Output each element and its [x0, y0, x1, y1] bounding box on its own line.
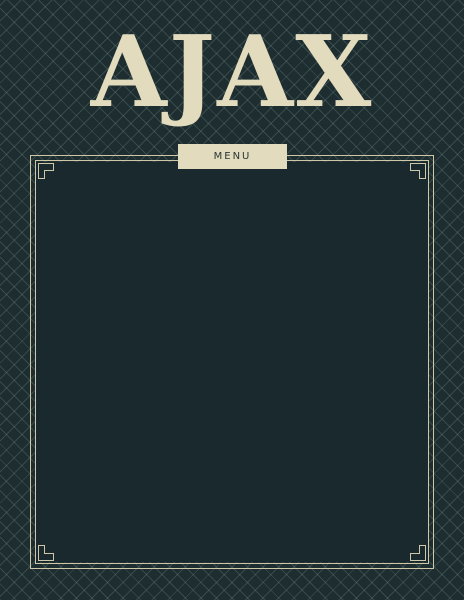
decorative-frame	[30, 155, 434, 569]
menu-tab: MENU	[178, 144, 287, 169]
menu-tab-label: MENU	[213, 151, 252, 162]
